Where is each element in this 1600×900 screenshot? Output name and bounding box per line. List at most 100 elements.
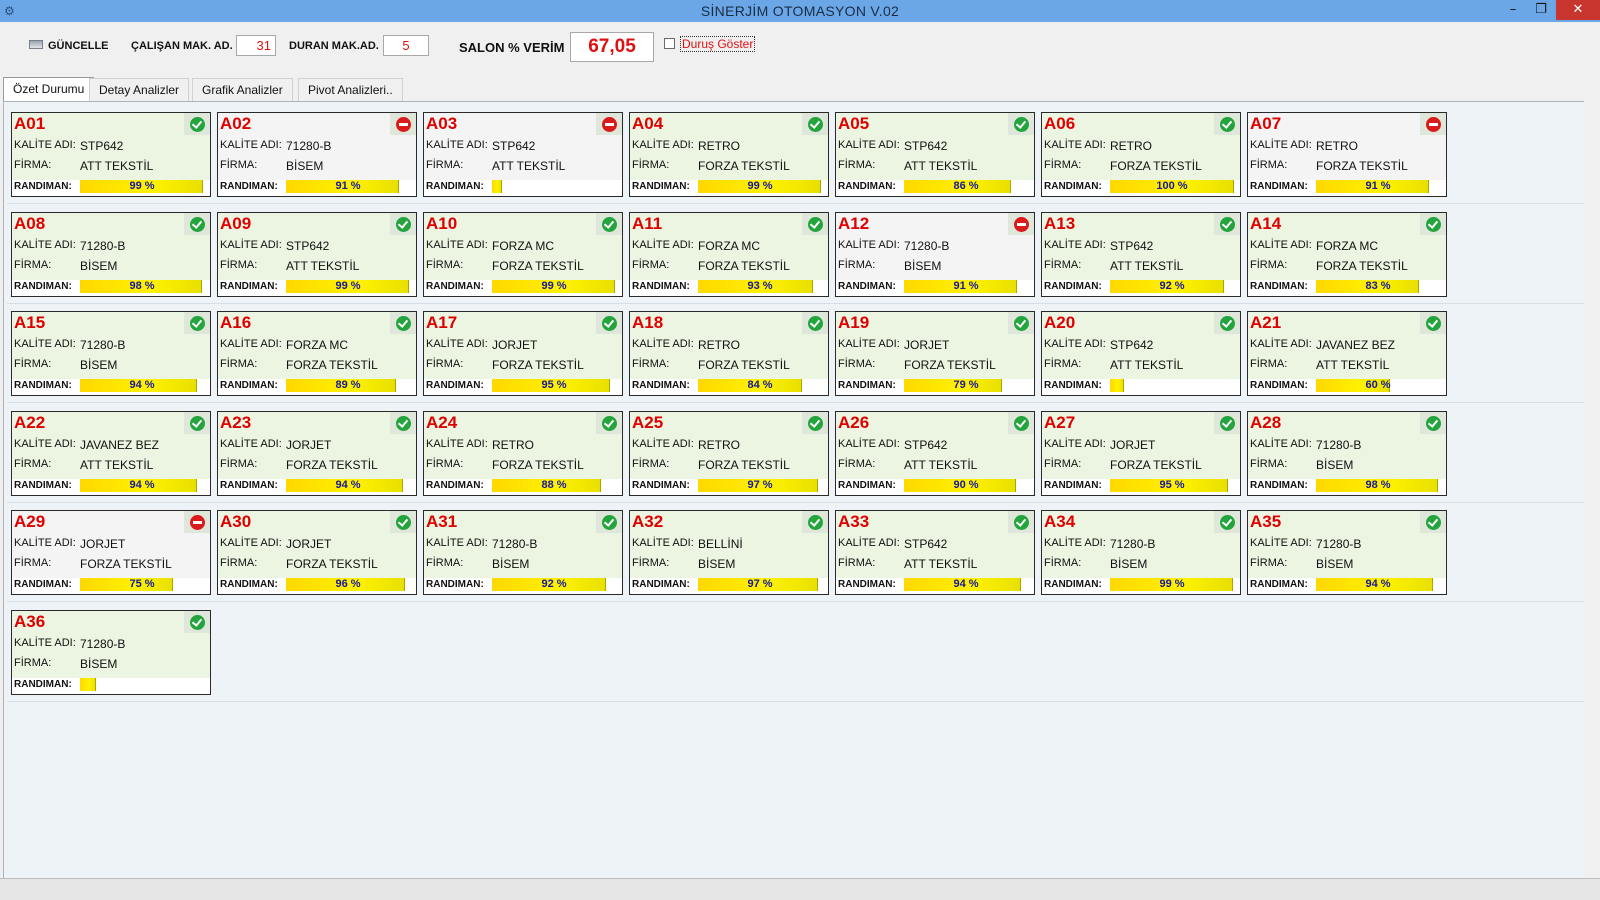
stopped-machines-label: DURAN MAK.AD. [289, 40, 379, 52]
quality-label: KALİTE ADI: [632, 437, 694, 450]
quality-value: STP642 [1110, 338, 1154, 352]
machine-card[interactable]: A28 KALİTE ADI: 71280-B FİRMA: BİSEM RANDIMAN… [1247, 410, 1447, 496]
machine-card[interactable]: A06 KALİTE ADI: RETRO FİRMA: FORZA TEKSTİL RA… [1041, 112, 1241, 197]
machine-card[interactable]: A26 KALİTE ADI: STP642 FİRMA: ATT TEKSTİL RAN… [835, 410, 1035, 496]
machine-code: A04 [632, 114, 664, 133]
efficiency-bar: 96 % [286, 578, 410, 591]
machine-card[interactable]: A24 KALİTE ADI: RETRO FİRMA: FORZA TEKSTİL RA… [423, 410, 623, 496]
efficiency-label: RANDIMAN: [220, 280, 278, 292]
efficiency-label: RANDIMAN: [1044, 181, 1102, 192]
company-label: FİRMA: [632, 159, 670, 171]
machine-card[interactable]: A03 KALİTE ADI: STP642 FİRMA: ATT TEKSTİL RAN… [423, 112, 623, 197]
machine-card[interactable]: A19 KALİTE ADI: JORJET FİRMA: FORZA TEKSTİL R… [835, 311, 1035, 396]
company-value: FORZA TEKSTİL [1110, 457, 1202, 472]
efficiency-value: 84 % [747, 379, 773, 391]
machine-card[interactable]: A30 KALİTE ADI: JORJET FİRMA: FORZA TEKSTİL R… [217, 510, 417, 595]
machine-card[interactable]: A35 KALİTE ADI: 71280-B FİRMA: BİSEM RANDIMAN… [1247, 510, 1447, 595]
machine-card[interactable]: A12 KALİTE ADI: 71280-B FİRMA: BİSEM RANDIMAN… [835, 211, 1035, 297]
close-button[interactable]: ✕ [1556, 0, 1600, 20]
machine-card[interactable]: A31 KALİTE ADI: 71280-B FİRMA: BİSEM RANDIMAN… [423, 510, 623, 595]
machine-card[interactable]: A08 KALİTE ADI: 71280-B FİRMA: BİSEM RANDIMAN… [11, 211, 211, 297]
refresh-button[interactable]: GÜNCELLE [48, 40, 109, 52]
machine-card[interactable]: A18 KALİTE ADI: RETRO FİRMA: FORZA TEKSTİL RA… [629, 311, 829, 396]
horizontal-scrollbar[interactable] [0, 878, 1600, 900]
machine-card[interactable]: A29 KALİTE ADI: JORJET FİRMA: FORZA TEKSTİL R… [11, 510, 211, 595]
running-machines-field[interactable]: 31 [236, 35, 276, 56]
machine-card[interactable]: A05 KALİTE ADI: STP642 FİRMA: ATT TEKSTİL RAN… [835, 112, 1035, 197]
quality-label: KALİTE ADI: [14, 537, 76, 549]
machine-card[interactable]: A01 KALİTE ADI: STP642 FİRMA: ATT TEKSTİL RAN… [11, 112, 211, 197]
show-stops-checkbox[interactable] [664, 38, 675, 49]
company-value: BİSEM [80, 358, 118, 372]
machine-card[interactable]: A25 KALİTE ADI: RETRO FİRMA: FORZA TEKSTİL RA… [629, 410, 829, 496]
maximize-button[interactable]: ❐ [1528, 0, 1554, 20]
machine-card[interactable]: A11 KALİTE ADI: FORZA MC FİRMA: FORZA TEKSTİ… [629, 211, 829, 297]
machine-card[interactable]: A04 KALİTE ADI: RETRO FİRMA: FORZA TEKSTİL RA… [629, 112, 829, 197]
machine-card[interactable]: A09 KALİTE ADI: STP642 FİRMA: ATT TEKSTİL RAN… [217, 211, 417, 297]
efficiency-bar: 94 % [904, 578, 1028, 591]
company-value: BİSEM [698, 557, 736, 571]
company-value: BİSEM [80, 656, 118, 671]
toolbar: GÜNCELLE ÇALIŞAN MAK. AD. 31 DURAN MAK.A… [0, 22, 1600, 74]
quality-label: KALİTE ADI: [838, 238, 900, 251]
tab-pivot-analysis[interactable]: Pivot Analizleri.. [298, 78, 403, 101]
machine-card[interactable]: A15 KALİTE ADI: 71280-B FİRMA: BİSEM RANDIMAN… [11, 311, 211, 396]
efficiency-bar: 97 % [698, 578, 822, 591]
minimize-button[interactable]: – [1500, 0, 1526, 20]
machine-code: A23 [220, 412, 252, 432]
machine-card[interactable]: A33 KALİTE ADI: STP642 FİRMA: ATT TEKSTİL RAN… [835, 510, 1035, 595]
tab-summary[interactable]: Özet Durumu [3, 77, 95, 102]
quality-label: KALİTE ADI: [220, 338, 282, 350]
machine-card[interactable]: A16 KALİTE ADI: FORZA MC FİRMA: FORZA TEKSTİ… [217, 311, 417, 396]
machine-card[interactable]: A07 KALİTE ADI: RETRO FİRMA: FORZA TEKSTİL RA… [1247, 112, 1447, 197]
machine-card[interactable]: A22 KALİTE ADI: JAVANEZ BEZ FİRMA: ATT TEKST… [11, 410, 211, 496]
company-label: FİRMA: [1250, 258, 1288, 271]
efficiency-bar: 94 % [80, 478, 204, 492]
company-label: FİRMA: [1250, 159, 1288, 171]
quality-label: KALİTE ADI: [426, 139, 488, 151]
efficiency-label: RANDIMAN: [14, 479, 72, 491]
machine-card[interactable]: A13 KALİTE ADI: STP642 FİRMA: ATT TEKSTİL RAN… [1041, 211, 1241, 297]
machine-card[interactable]: A10 KALİTE ADI: FORZA MC FİRMA: FORZA TEKSTİ… [423, 211, 623, 297]
machine-card[interactable]: A02 KALİTE ADI: 71280-B FİRMA: BİSEM RANDIMAN… [217, 112, 417, 197]
hall-efficiency-field[interactable]: 67,05 [570, 32, 654, 62]
row-separator [7, 700, 1593, 702]
company-value: ATT TEKSTİL [904, 457, 978, 472]
efficiency-value: 91 % [335, 180, 361, 192]
efficiency-bar: 91 % [904, 279, 1028, 293]
machine-card[interactable]: A27 KALİTE ADI: JORJET FİRMA: FORZA TEKSTİL R… [1041, 410, 1241, 496]
quality-value: STP642 [904, 139, 948, 153]
quality-value: 71280-B [80, 636, 126, 651]
machine-code: A28 [1250, 412, 1282, 432]
company-label: FİRMA: [14, 557, 52, 569]
machine-card[interactable]: A14 KALİTE ADI: FORZA MC FİRMA: FORZA TEKSTİ… [1247, 211, 1447, 297]
refresh-icon[interactable] [29, 40, 43, 49]
machine-card[interactable]: A21 KALİTE ADI: JAVANEZ BEZ FİRMA: ATT TEKST… [1247, 311, 1447, 396]
vertical-scrollbar[interactable] [1584, 22, 1600, 878]
efficiency-bar: 93 % [698, 279, 822, 293]
machine-card[interactable]: A32 KALİTE ADI: BELLİNİ FİRMA: BİSEM RANDIMAN… [629, 510, 829, 595]
efficiency-bar: 99 % [80, 180, 204, 193]
window-title: SİNERJİM OTOMASYON V.02 [700, 3, 900, 19]
efficiency-value [80, 678, 204, 691]
company-value: FORZA TEKSTİL [698, 159, 790, 173]
efficiency-label: RANDIMAN: [1250, 479, 1308, 491]
stopped-machines-field[interactable]: 5 [383, 35, 429, 56]
machine-card[interactable]: A23 KALİTE ADI: JORJET FİRMA: FORZA TEKSTİL R… [217, 410, 417, 496]
quality-label: KALİTE ADI: [14, 139, 76, 151]
machine-card[interactable]: A34 KALİTE ADI: 71280-B FİRMA: BİSEM RANDIMAN… [1041, 510, 1241, 595]
machine-code: A19 [838, 313, 870, 332]
machine-card[interactable]: A36 KALİTE ADI: 71280-B FİRMA: BİSEM RANDIMAN… [11, 609, 211, 695]
efficiency-value: 75 % [129, 578, 155, 590]
machine-card[interactable]: A20 KALİTE ADI: STP642 FİRMA: ATT TEKSTİL RAN… [1041, 311, 1241, 396]
efficiency-value: 79 % [953, 379, 979, 391]
company-value: BİSEM [1110, 557, 1148, 571]
tab-chart-analysis[interactable]: Grafik Analizler [192, 78, 293, 101]
efficiency-bar: 99 % [286, 279, 410, 293]
tab-detail-analysis[interactable]: Detay Analizler [89, 78, 190, 101]
efficiency-value: 98 % [129, 279, 155, 292]
show-stops-label[interactable]: Duruş Göster [680, 36, 756, 52]
efficiency-label: RANDIMAN: [838, 579, 896, 590]
machine-card[interactable]: A17 KALİTE ADI: JORJET FİRMA: FORZA TEKSTİL R… [423, 311, 623, 396]
machine-code: A11 [632, 213, 663, 233]
